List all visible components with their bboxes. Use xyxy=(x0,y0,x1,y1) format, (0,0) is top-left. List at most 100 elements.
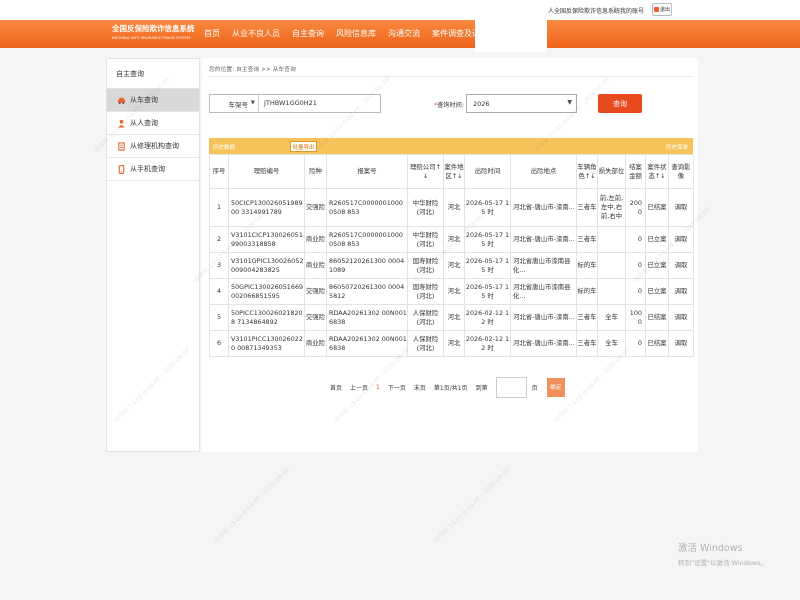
main-header: 全国反保险欺诈信息系统 NATIONAL ANTI INSURANCE FRAU… xyxy=(0,20,800,48)
next-page-link[interactable]: 下一页 xyxy=(388,383,406,392)
sidebar-item-label: 从手机查询 xyxy=(130,165,165,173)
cell: 河北省-唐山市-滦南... xyxy=(510,304,577,331)
cell: 河北省-唐山市-滦南... xyxy=(510,330,577,357)
cell: 2026-02-12 12 时 xyxy=(464,330,511,357)
col-header-sortable[interactable]: 理赔公司↑↓ xyxy=(407,154,444,189)
cell: 河北 xyxy=(443,188,465,227)
cell: 50GPIC130026051669 002066851595 xyxy=(228,278,305,305)
table-row: 1 50CICP13002605198900 3314991789 交强险 R2… xyxy=(209,188,694,227)
page-number-input[interactable] xyxy=(495,376,527,398)
cell: 0 xyxy=(625,330,646,357)
sidebar-item-phone-query[interactable]: 从手机查询 xyxy=(107,158,199,181)
field-type-value: 车架号 xyxy=(228,100,249,109)
prev-page-link[interactable]: 上一页 xyxy=(350,383,368,392)
query-button[interactable]: 查询 xyxy=(598,94,642,113)
sidebar-title: 自主查询 xyxy=(107,59,199,89)
sidebar-item-repair-query[interactable]: 从修理机构查询 xyxy=(107,135,199,158)
exit-button[interactable]: 退出 xyxy=(652,3,672,16)
system-name-link[interactable]: 人全国反保险欺诈信息系统 xyxy=(548,6,620,15)
table-row: 3 V3101GPIC130026052 009004283825 商业险 86… xyxy=(209,252,694,279)
retrieve-image-link[interactable]: 调取 xyxy=(668,226,694,253)
logo-subtitle: NATIONAL ANTI INSURANCE FRAUD SYSTEM xyxy=(112,36,190,40)
vin-input[interactable]: JTHBW1GG0H21 xyxy=(264,99,317,107)
cell: 86052120261300 00041089 xyxy=(326,252,408,279)
results-table: 序号 理赔编号 险种 报案号 理赔公司↑↓ 案件地区↑↓ 出险时间 出险地点 车… xyxy=(209,154,694,357)
col-header: 出险地点 xyxy=(510,154,577,189)
cell: 0 xyxy=(625,226,646,253)
cell: 河北省-唐山市-滦南... xyxy=(510,226,577,253)
cell: 已立案 xyxy=(645,252,669,279)
col-header-sortable[interactable]: 车辆角色↑↓ xyxy=(576,154,598,189)
sidebar-item-person-query[interactable]: 从人查询 xyxy=(107,112,199,135)
cell: 2 xyxy=(209,226,229,253)
table-toolbar: 历史数据 批量导出 历史保单 xyxy=(209,138,693,154)
cell: 50PICC1300260218208 7134864892 xyxy=(228,304,305,331)
cell: 人保财险 (河北) xyxy=(407,330,444,357)
cell: 交强险 xyxy=(304,304,327,331)
cell: V3101PICC1300260220 00871349353 xyxy=(228,330,305,357)
col-header: 报案号 xyxy=(326,154,408,189)
cell: 河北 xyxy=(443,226,465,253)
field-type-select[interactable]: 车架号 ▼ xyxy=(210,95,259,112)
activation-title: 激活 Windows xyxy=(678,543,743,554)
history-data-tab[interactable]: 历史数据 xyxy=(213,143,235,151)
cell: 河北 xyxy=(443,278,465,305)
main-nav: 首页 从业不良人员 自主查询 风险信息库 沟通交流 案件调查及追偿 xyxy=(198,20,494,48)
retrieve-image-link[interactable]: 调取 xyxy=(668,188,694,227)
redaction-mask xyxy=(328,96,342,111)
nav-bad-personnel[interactable]: 从业不良人员 xyxy=(226,20,286,48)
cell: 标的车 xyxy=(576,252,598,279)
go-button[interactable]: 确定 xyxy=(546,377,565,397)
cell: 河北省-唐山市-滦南... xyxy=(510,188,577,227)
person-icon xyxy=(118,119,125,128)
cell xyxy=(597,252,626,279)
table-row: 2 V3101CICP130026051 99003318858 商业险 R26… xyxy=(209,226,694,253)
cell: RDAA20261302 00N0016838 xyxy=(326,304,408,331)
first-page-link[interactable]: 首页 xyxy=(330,383,342,392)
retrieve-image-link[interactable]: 调取 xyxy=(668,252,694,279)
cell: 标的车 xyxy=(576,278,598,305)
cell: 2000 xyxy=(625,188,646,227)
sidebar-item-label: 从人查询 xyxy=(130,119,158,127)
table-row: 6 V3101PICC1300260220 00871349353 商业险 RD… xyxy=(209,330,694,357)
cell: 三者车 xyxy=(576,226,598,253)
exit-icon xyxy=(653,7,659,12)
batch-export-button[interactable]: 批量导出 xyxy=(290,141,317,152)
col-header-sortable[interactable]: 案件地区↑↓ xyxy=(443,154,465,189)
logo-title: 全国反保险欺诈信息系统 xyxy=(112,24,195,33)
cell: 河北 xyxy=(443,304,465,331)
sidebar-item-car-query[interactable]: 从车查询 xyxy=(107,89,199,112)
col-header: 损失部位 xyxy=(597,154,626,189)
col-header-sortable[interactable]: 案件状态↑↓ xyxy=(645,154,669,189)
retrieve-image-link[interactable]: 调取 xyxy=(668,304,694,331)
watermark: 中华财 13-02-0-04-FP - 2026-06-04 xyxy=(213,466,292,545)
cell: 河北省唐山市滦南县化... xyxy=(510,278,577,305)
year-select[interactable]: 2026 ▼ xyxy=(466,94,577,113)
top-strip: 人全国反保险欺诈信息系统 | 我的账号 退出 xyxy=(0,0,800,20)
cell: 已立案 xyxy=(645,278,669,305)
cell: 商业险 xyxy=(304,226,327,253)
my-account-link[interactable]: 我的账号 xyxy=(620,6,644,15)
history-policy-link[interactable]: 历史保单 xyxy=(666,143,688,151)
nav-communication[interactable]: 沟通交流 xyxy=(382,20,426,48)
retrieve-image-link[interactable]: 调取 xyxy=(668,330,694,357)
nav-home[interactable]: 首页 xyxy=(198,20,226,48)
cell: 0 xyxy=(625,252,646,279)
current-page[interactable]: 1 xyxy=(376,384,380,391)
nav-self-query[interactable]: 自主查询 xyxy=(286,20,330,48)
cell: V3101GPIC130026052 009004283825 xyxy=(228,252,305,279)
cell: 1 xyxy=(209,188,229,227)
cell: 已结案 xyxy=(645,330,669,357)
cell: 6 xyxy=(209,330,229,357)
vin-search-field: 车架号 ▼ JTHBW1GG0H21 xyxy=(209,94,381,113)
logo[interactable]: 全国反保险欺诈信息系统 NATIONAL ANTI INSURANCE FRAU… xyxy=(112,23,195,47)
cell: 全车 xyxy=(597,330,626,357)
sidebar-item-label: 从修理机构查询 xyxy=(130,142,179,150)
retrieve-image-link[interactable]: 调取 xyxy=(668,278,694,305)
cell: 国寿财险 (河北) xyxy=(407,278,444,305)
car-icon xyxy=(117,97,126,104)
nav-risk-database[interactable]: 风险信息库 xyxy=(330,20,382,48)
cell: V3101CICP130026051 99003318858 xyxy=(228,226,305,253)
last-page-link[interactable]: 末页 xyxy=(414,383,426,392)
breadcrumb: 您的位置: 自主查询 >> 从车查询 xyxy=(209,67,296,73)
